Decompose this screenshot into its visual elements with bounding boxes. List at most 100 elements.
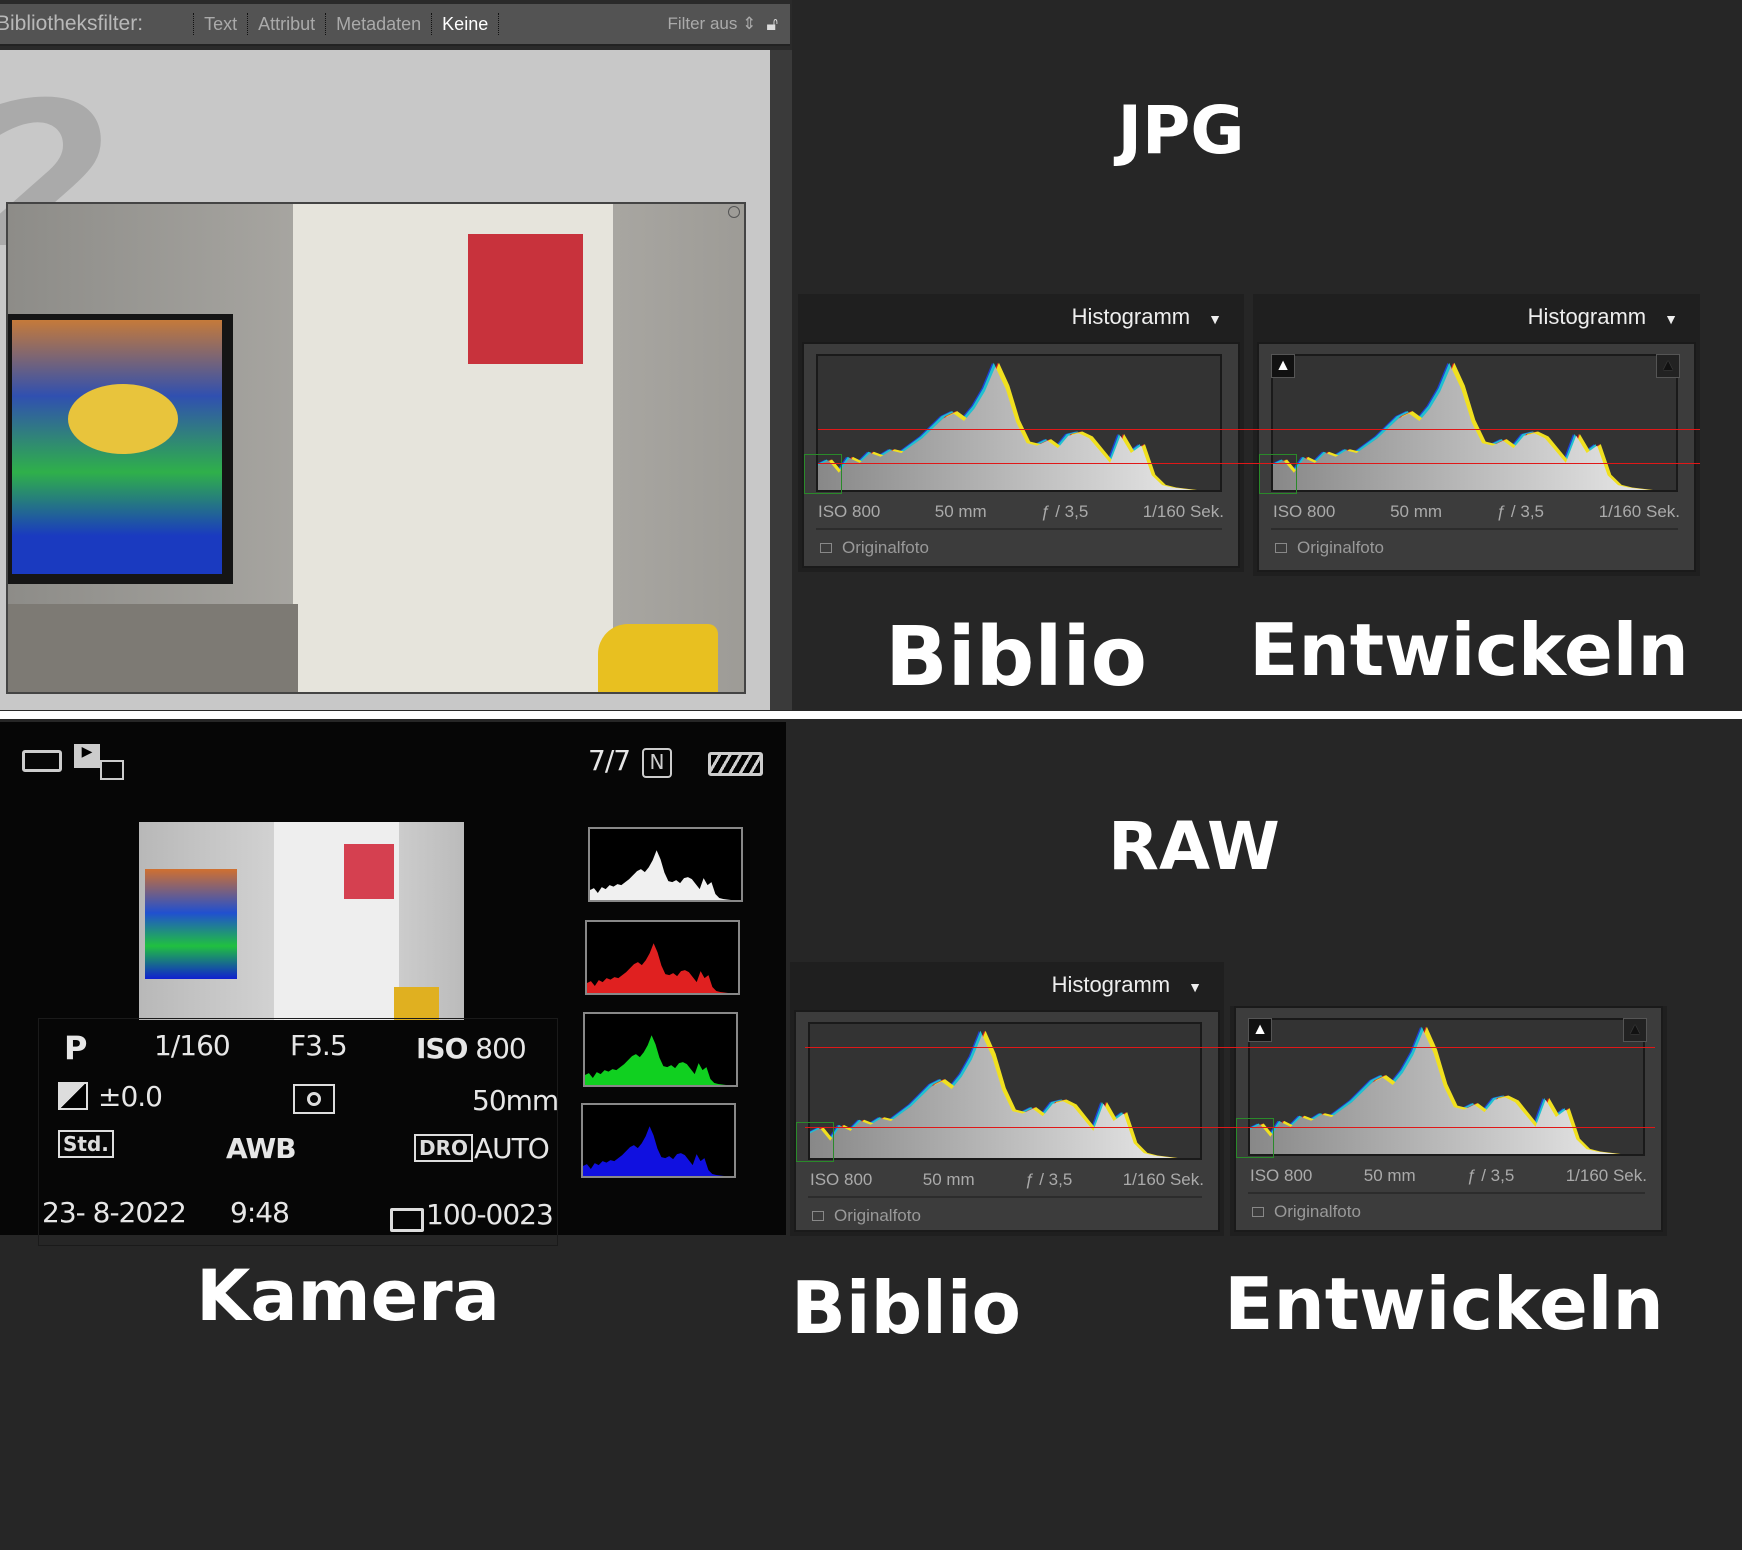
iso: ISO 800 [818, 502, 881, 521]
highlight-clipping-toggle[interactable]: ▲ [1656, 354, 1680, 378]
thumbnail-rotate-badge[interactable] [728, 206, 740, 218]
aperture: F3.5 [290, 1029, 348, 1062]
section-divider [0, 711, 1742, 719]
label-raw: RAW [1108, 808, 1280, 885]
metering-icon [293, 1084, 335, 1114]
label-jpg: JPG [1117, 92, 1245, 169]
label-biblio-raw: Biblio [791, 1266, 1021, 1350]
histogram-luminance [810, 1034, 1200, 1158]
filter-preset-select[interactable]: Filter aus ⇕ [667, 14, 756, 34]
library-view: Bibliotheksfilter: Text Attribut Metadat… [0, 0, 792, 711]
collapse-triangle-icon[interactable]: ▼ [1188, 979, 1202, 995]
label-entwickeln-raw: Entwickeln [1224, 1262, 1664, 1346]
label-kamera: Kamera [196, 1255, 500, 1337]
focal-length: 50 mm [934, 502, 987, 521]
shutter-speed: 1/160 [154, 1029, 231, 1062]
camera-histogram-shape [587, 943, 738, 993]
exposure-compensation: ±0.0 [98, 1080, 163, 1113]
original-photo-toggle[interactable]: Originalfoto [812, 1206, 921, 1226]
histogram-box: ▲ ▲ ISO 800 50 mm ƒ / 3,5 1/160 Sek. Orig… [1257, 342, 1696, 572]
capture-date: 23- 8-2022 [42, 1196, 187, 1229]
iso: ISO 800 [1250, 1166, 1313, 1185]
exif-info: ISO 800 50 mm ƒ / 3,5 1/160 Sek. [810, 1170, 1204, 1190]
label-entwickeln-jpg: Entwickeln [1249, 608, 1689, 692]
checkbox[interactable] [1275, 543, 1287, 553]
histogram-graph[interactable] [808, 1022, 1202, 1160]
original-photo-label: Originalfoto [1274, 1202, 1361, 1221]
filter-text[interactable]: Text [193, 13, 247, 35]
histogram-region-highlight [796, 1122, 834, 1162]
shutter-speed: 1/160 Sek. [1565, 1166, 1647, 1185]
exposure-comp-icon [58, 1082, 88, 1110]
white-balance: AWB [226, 1132, 297, 1165]
filter-attribute[interactable]: Attribut [247, 13, 325, 35]
histogram-header[interactable]: Histogramm ▼ [1052, 972, 1202, 998]
aperture: ƒ / 3,5 [1467, 1166, 1515, 1185]
filter-bar-label: Bibliotheksfilter: [0, 12, 144, 35]
aperture: ƒ / 3,5 [1025, 1170, 1073, 1189]
histogram-region-highlight [1259, 454, 1297, 494]
shooting-mode: P [64, 1029, 87, 1067]
collapse-triangle-icon[interactable]: ▼ [1208, 311, 1222, 327]
image-counter: 7/7 [588, 744, 631, 777]
histogram-header[interactable]: Histogramm ▼ [1072, 304, 1222, 330]
library-filter-bar: Bibliotheksfilter: Text Attribut Metadat… [0, 4, 790, 46]
filter-metadata[interactable]: Metadaten [325, 13, 431, 35]
photo-thumbnail[interactable] [6, 202, 746, 694]
focal-length: 50 mm [1390, 502, 1443, 521]
original-photo-toggle[interactable]: Originalfoto [1275, 538, 1384, 558]
capture-time: 9:48 [230, 1196, 290, 1229]
collapse-triangle-icon[interactable]: ▼ [1664, 311, 1678, 327]
shadow-clipping-toggle[interactable]: ▲ [1271, 354, 1295, 378]
histogram-region-highlight [804, 454, 842, 494]
histogram-graph[interactable] [816, 354, 1222, 492]
checkbox[interactable] [812, 1211, 824, 1221]
original-photo-label: Originalfoto [1297, 538, 1384, 557]
histogram-panel: ▲ ▲ ISO 800 50 mm ƒ / 3,5 1/160 Sek. Orig… [1230, 1006, 1667, 1236]
histogram-luminance [1250, 1030, 1643, 1154]
divider [1248, 1192, 1645, 1194]
histogram-box: ▲ ▲ ISO 800 50 mm ƒ / 3,5 1/160 Sek. Orig… [1234, 1006, 1663, 1232]
original-photo-toggle[interactable]: Originalfoto [820, 538, 929, 558]
histogram-panel: Histogramm ▼ ▲ ▲ ISO 800 50 mm ƒ / 3,5 1/1… [1253, 294, 1700, 576]
guide-line [818, 429, 1700, 430]
histogram-header[interactable]: Histogramm ▼ [1528, 304, 1678, 330]
original-photo-toggle[interactable]: Originalfoto [1252, 1202, 1361, 1222]
filter-none[interactable]: Keine [431, 13, 500, 35]
creative-style: Std. [58, 1130, 114, 1158]
highlight-clipping-toggle[interactable]: ▲ [1623, 1018, 1647, 1042]
checkbox[interactable] [820, 543, 832, 553]
histogram-title: Histogramm [1071, 304, 1191, 329]
playback-icon: ▶ [74, 744, 100, 768]
histogram-box: ISO 800 50 mm ƒ / 3,5 1/160 Sek. Origina… [802, 342, 1240, 568]
filter-state: Filter aus [667, 14, 738, 33]
creative-style-value: Std. [58, 1130, 114, 1158]
dro-label: DRO [414, 1134, 474, 1162]
exif-info: ISO 800 50 mm ƒ / 3,5 1/160 Sek. [1250, 1166, 1647, 1186]
camera-lcd-photo: ▶ 7/7 N P 1/160 F3.5 ISO 800 ±0.0 50mm S… [0, 722, 786, 1246]
nfc-icon: N [642, 748, 672, 778]
lock-icon[interactable]: 🔓︎ [766, 14, 778, 35]
guide-line [805, 1127, 1655, 1128]
shutter-speed: 1/160 Sek. [1142, 502, 1224, 521]
focal-length: 50 mm [922, 1170, 975, 1189]
divider [808, 1196, 1202, 1198]
exif-info: ISO 800 50 mm ƒ / 3,5 1/160 Sek. [818, 502, 1224, 522]
scrollbar[interactable] [770, 50, 792, 710]
divider [816, 528, 1222, 530]
camera-preview-image [139, 822, 464, 1020]
shadow-clipping-toggle[interactable]: ▲ [1248, 1018, 1272, 1042]
guide-line [818, 463, 1700, 464]
aperture: ƒ / 3,5 [1496, 502, 1545, 521]
histogram-graph[interactable] [1271, 354, 1678, 492]
divider [1271, 528, 1678, 530]
checkbox[interactable] [1252, 1207, 1264, 1217]
folder-icon [390, 1208, 424, 1232]
shutter-speed: 1/160 Sek. [1598, 502, 1680, 521]
iso: ISO 800 [810, 1170, 873, 1189]
index-view-icon [100, 760, 124, 780]
histogram-graph[interactable] [1248, 1018, 1645, 1156]
iso-value: 800 [475, 1032, 526, 1065]
camera-histogram-blue [581, 1103, 736, 1178]
histogram-panel: Histogramm ▼ ISO 800 50 mm ƒ / 3,5 1/160 … [798, 294, 1244, 572]
